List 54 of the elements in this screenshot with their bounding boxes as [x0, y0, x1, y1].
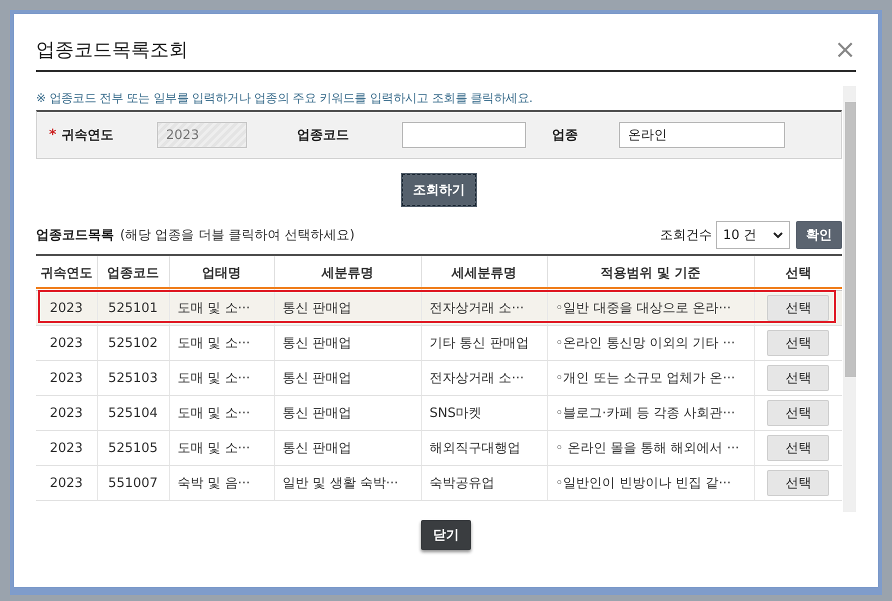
caret-icon — [773, 232, 783, 238]
table-cell: 통신 판매업 — [274, 430, 421, 466]
input-field[interactable]: 온라인 — [619, 122, 785, 148]
select-button[interactable]: 선택 — [767, 400, 830, 426]
table-cell: 도매 및 소··· — [169, 360, 274, 396]
table-cell: 525104 — [97, 396, 169, 430]
list-title: 업종코드목록 — [36, 227, 114, 244]
list-hint: (해당 업종을 더블 클릭하여 선택하세요) — [120, 227, 355, 244]
table-cell: 숙박공유업 — [421, 466, 547, 500]
table-cell: 525105 — [97, 430, 169, 466]
scrollbar-thumb[interactable] — [845, 102, 856, 377]
table-cell: 525102 — [97, 326, 169, 360]
table-cell: 전자상거래 소··· — [421, 360, 547, 396]
table-cell: 통신 판매업 — [274, 396, 421, 430]
table-cell: ◦ 온라인 몰을 통해 해외에서 ··· — [547, 430, 754, 466]
input-field[interactable] — [402, 122, 526, 148]
table-cell: ◦개인 또는 소규모 업체가 온··· — [547, 360, 754, 396]
search-button[interactable]: 조회하기 — [402, 174, 476, 206]
table-cell: 통신 판매업 — [274, 326, 421, 360]
table-cell: 2023 — [36, 360, 97, 396]
table-cell: 기타 통신 판매업 — [421, 326, 547, 360]
table-cell: 해외직구대행업 — [421, 430, 547, 466]
table-cell: 2023 — [36, 396, 97, 430]
table-cell: 525103 — [97, 360, 169, 396]
select-button[interactable]: 선택 — [767, 470, 830, 496]
table-cell: 통신 판매업 — [274, 360, 421, 396]
scrollbar[interactable] — [843, 86, 856, 512]
select-button[interactable]: 선택 — [767, 330, 830, 356]
close-button[interactable]: 닫기 — [421, 520, 471, 550]
table-cell: 2023 — [36, 430, 97, 466]
notice-text: ※ 업종코드 전부 또는 일부를 입력하거나 업종의 주요 키워드를 입력하시고 조회를 클릭하세요. — [36, 90, 534, 107]
field-label: 업종 — [552, 127, 578, 144]
table-cell: 도매 및 소··· — [169, 430, 274, 466]
count-label: 조회건수 — [660, 227, 712, 244]
confirm-button[interactable]: 확인 — [796, 221, 842, 249]
table-cell: SNS마켓 — [421, 396, 547, 430]
table-cell: 일반 및 생활 숙박··· — [274, 466, 421, 500]
table-cell: ◦온라인 통신망 이외의 기타 ··· — [547, 326, 754, 360]
field-label: 업종코드 — [297, 127, 349, 144]
dialog-title: 업종코드목록조회 — [36, 38, 188, 63]
table-cell: 도매 및 소··· — [169, 326, 274, 360]
table-cell: 2023 — [36, 326, 97, 360]
table-cell: ◦일반인이 빈방이나 빈집 같··· — [547, 466, 754, 500]
table-cell: 숙박 및 음··· — [169, 466, 274, 500]
table-cell: 도매 및 소··· — [169, 396, 274, 430]
select-button[interactable]: 선택 — [767, 435, 830, 461]
select-button[interactable]: 선택 — [767, 365, 830, 391]
field-label: 귀속연도 — [61, 127, 114, 144]
required-mark: * — [49, 127, 56, 143]
count-dropdown[interactable]: 10 건 — [716, 221, 790, 249]
table-cell: 551007 — [97, 466, 169, 500]
table-cell: ◦블로그·카페 등 각종 사회관··· — [547, 396, 754, 430]
select-button[interactable]: 선택 — [767, 295, 830, 321]
table-cell: 2023 — [36, 466, 97, 500]
